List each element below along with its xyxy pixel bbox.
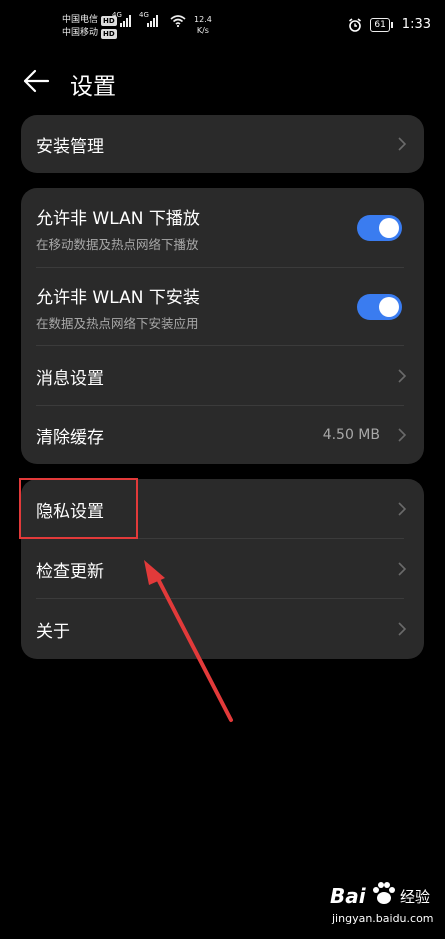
baidu-jingyan-watermark: Bai 经验 jingyan.baidu.com — [330, 880, 440, 935]
setting-title: 检查更新 — [36, 561, 104, 582]
chevron-right-icon — [398, 369, 406, 383]
carrier2-label: 中国移动 — [62, 28, 99, 38]
carrier-info: 中国电信 HD 中国移动 HD — [62, 14, 117, 40]
setting-title: 安装管理 — [36, 136, 104, 157]
speed-unit: K/s — [196, 26, 209, 35]
alarm-icon — [349, 17, 362, 32]
toggle-knob — [379, 297, 399, 317]
speed-value: 12.4 — [194, 15, 212, 24]
setting-check-update[interactable]: 检查更新 — [21, 539, 424, 599]
toggle-switch[interactable] — [357, 215, 402, 241]
baidu-logo-text: Bai — [330, 884, 366, 908]
highlight-box — [19, 478, 138, 539]
cache-size-value: 4.50 MB — [322, 427, 380, 443]
battery-icon: 61 — [370, 17, 394, 32]
header: 设置 — [0, 58, 445, 104]
carrier1-label: 中国电信 — [62, 15, 99, 25]
hd-badge: HD — [101, 28, 117, 39]
signal-icons: 4G 4G — [112, 11, 186, 27]
setting-about[interactable]: 关于 — [21, 599, 424, 659]
chevron-right-icon — [398, 502, 406, 516]
status-bar: 中国电信 HD 中国移动 HD 4G 4G 12.4 K/s 61 1:33 — [0, 0, 445, 50]
chevron-right-icon — [398, 562, 406, 576]
setting-clear-cache[interactable]: 清除缓存 4.50 MB — [21, 406, 424, 464]
settings-card-install: 安装管理 — [21, 115, 424, 173]
signal-strength-icon: 4G — [112, 11, 131, 27]
setting-allow-install-non-wlan[interactable]: 允许非 WLAN 下安装 在数据及热点网络下安装应用 — [21, 268, 424, 346]
network-type-label: 4G — [112, 11, 122, 19]
setting-message[interactable]: 消息设置 — [21, 346, 424, 406]
toggle-switch[interactable] — [357, 294, 402, 320]
settings-card-network: 允许非 WLAN 下播放 在移动数据及热点网络下播放 允许非 WLAN 下安装 … — [21, 188, 424, 464]
setting-title: 消息设置 — [36, 368, 104, 389]
page-title: 设置 — [70, 74, 116, 100]
jingyan-label: 经验 — [400, 888, 431, 906]
watermark-url: jingyan.baidu.com — [332, 912, 434, 925]
signal-strength-icon: 4G — [139, 11, 158, 27]
toggle-knob — [379, 218, 399, 238]
chevron-right-icon — [398, 428, 406, 442]
setting-allow-play-non-wlan[interactable]: 允许非 WLAN 下播放 在移动数据及热点网络下播放 — [21, 188, 424, 268]
network-type-label: 4G — [139, 11, 149, 19]
status-right: 61 1:33 — [348, 17, 431, 32]
chevron-right-icon — [398, 137, 406, 151]
network-speed: 12.4 K/s — [194, 14, 212, 36]
clock: 1:33 — [401, 17, 431, 32]
paw-logo-icon — [373, 882, 395, 904]
setting-title: 关于 — [36, 621, 70, 642]
wifi-icon — [170, 15, 186, 27]
setting-install-management[interactable]: 安装管理 — [21, 115, 424, 173]
chevron-right-icon — [398, 622, 406, 636]
back-arrow-icon[interactable] — [22, 68, 50, 94]
